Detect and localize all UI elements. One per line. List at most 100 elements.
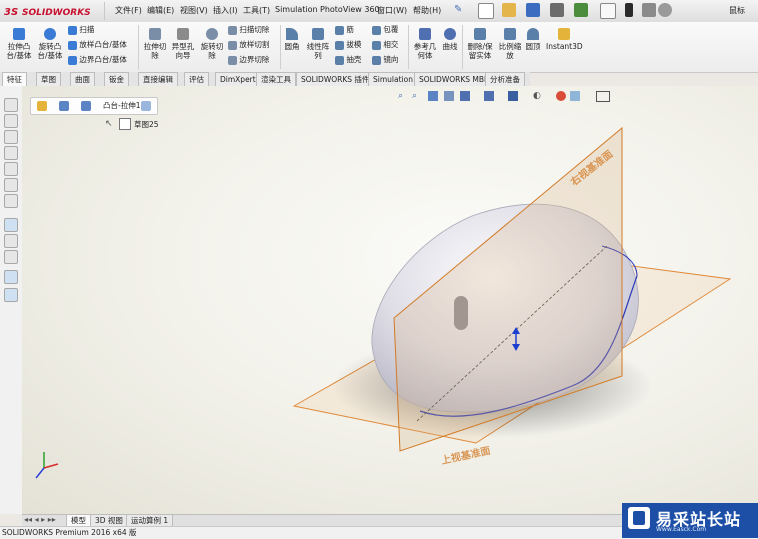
display-style-icon[interactable] — [508, 91, 518, 101]
solidworks-logo[interactable]: 3S SOLIDWORKS — [2, 3, 102, 19]
body-icon[interactable] — [59, 101, 69, 111]
print-icon[interactable] — [550, 3, 564, 17]
triad-z-axis — [35, 467, 45, 479]
shell-icon — [335, 55, 344, 65]
tab-surfaces[interactable]: 曲面 — [70, 72, 95, 86]
scale-button[interactable]: 比例缩 放 — [498, 28, 522, 60]
dimxpert-icon[interactable] — [4, 146, 18, 160]
new-document-icon[interactable] — [478, 3, 494, 19]
tab-sketch[interactable]: 草图 — [36, 72, 61, 86]
draft-button[interactable]: 拔模 — [335, 40, 361, 50]
extrude-cut-button[interactable]: 拉伸切 除 — [142, 28, 168, 60]
wrap-button[interactable]: 包覆 — [372, 25, 398, 35]
sweep-button[interactable]: 扫描 — [68, 25, 94, 35]
feature-icon[interactable] — [81, 101, 91, 111]
menu-insert[interactable]: 插入(I) — [213, 5, 238, 16]
menu-tools[interactable]: 工具(T) — [243, 5, 270, 16]
tab-mbd[interactable]: SOLIDWORKS MBD — [414, 72, 495, 86]
linear-pattern-label: 线性阵 列 — [306, 42, 330, 60]
configuration-icon[interactable] — [4, 130, 18, 144]
tab-features[interactable]: 特征 — [2, 72, 27, 86]
ribbon-divider — [408, 25, 409, 69]
zoom-to-fit-icon[interactable]: ⌕ — [398, 91, 403, 101]
feature-tree-icon[interactable] — [4, 98, 18, 112]
loft-cut-button[interactable]: 放样切割 — [228, 40, 269, 50]
pin-icon[interactable]: ✎ — [454, 4, 462, 15]
menu-file[interactable]: 文件(F) — [115, 5, 142, 16]
mirror-button[interactable]: 镜向 — [372, 55, 398, 65]
tab-direct-editing[interactable]: 直接编辑 — [138, 72, 178, 86]
hole-wizard-button[interactable]: 异型孔 向导 — [170, 28, 196, 60]
section-view-icon[interactable] — [444, 91, 454, 101]
top-plane-label: 上视基准面 — [440, 444, 492, 467]
fillet-button[interactable]: 圆角 — [284, 28, 300, 51]
breadcrumb-sketch[interactable]: 草图25 — [134, 119, 159, 130]
loft-boss-button[interactable]: 放样凸台/基体 — [68, 40, 127, 50]
dome-button[interactable]: 圆顶 — [524, 28, 542, 51]
panel-icon[interactable] — [4, 218, 18, 232]
ribbon-divider — [280, 25, 281, 69]
tab-scroll-arrows[interactable]: ◂◂ ◂ ▸ ▸▸ — [24, 515, 56, 524]
delete-body-icon — [474, 28, 486, 40]
boundary-cut-button[interactable]: 边界切除 — [228, 55, 269, 65]
display-manager-icon[interactable] — [4, 162, 18, 176]
view-orientation-icon[interactable] — [484, 91, 494, 101]
tab-dimxpert[interactable]: DimXpert — [215, 72, 261, 86]
edit-appearance-icon[interactable] — [556, 91, 566, 101]
revolve-boss-button[interactable]: 旋转凸 台/基体 — [36, 28, 64, 60]
breadcrumb-feature[interactable]: 凸台-拉伸1 — [103, 101, 140, 110]
save-icon[interactable] — [526, 3, 540, 17]
menu-view[interactable]: 视图(V) — [180, 5, 208, 16]
tab-evaluate[interactable]: 评估 — [184, 72, 209, 86]
panel-icon[interactable] — [4, 178, 18, 192]
file-properties-icon[interactable] — [642, 3, 656, 17]
graphics-area[interactable]: 右视基准面 上视基准面 — [22, 86, 758, 514]
shell-button[interactable]: 抽壳 — [335, 55, 361, 65]
curves-button[interactable]: 曲线 — [441, 28, 459, 51]
tab-render-tools[interactable]: 渲染工具 — [256, 72, 296, 86]
zoom-to-area-icon[interactable]: ⌕ — [412, 91, 417, 101]
undo-icon[interactable] — [574, 3, 588, 17]
boundary-boss-button[interactable]: 边界凸台/基体 — [68, 55, 127, 65]
hide-show-items-icon[interactable]: ◐ — [533, 91, 541, 101]
user-name[interactable]: 鼠标 — [729, 5, 745, 16]
tab-addins[interactable]: SOLIDWORKS 插件 — [296, 72, 375, 86]
panel-icon[interactable] — [4, 194, 18, 208]
delete-keep-body-button[interactable]: 删除/保 留实体 — [466, 28, 494, 60]
menu-edit[interactable]: 编辑(E) — [147, 5, 174, 16]
panel-icon[interactable] — [4, 270, 18, 284]
previous-view-icon[interactable] — [428, 91, 438, 101]
rib-button[interactable]: 筋 — [335, 25, 354, 35]
revolve-cut-button[interactable]: 旋转切 除 — [199, 28, 225, 60]
menu-window[interactable]: 窗口(W) — [377, 5, 407, 16]
extrude-boss-button[interactable]: 拉伸凸 台/基体 — [6, 28, 32, 60]
scale-icon — [504, 28, 516, 40]
instant3d-button[interactable]: Instant3D — [546, 28, 583, 51]
reference-geometry-button[interactable]: 参考几 何体 — [412, 28, 438, 60]
sweep-cut-button[interactable]: 扫描切除 — [228, 25, 269, 35]
dynamic-annotation-icon[interactable] — [460, 91, 470, 101]
menu-help[interactable]: 帮助(H) — [413, 5, 441, 16]
sweep-label: 扫描 — [79, 25, 95, 34]
open-folder-icon[interactable] — [502, 3, 516, 17]
tab-simulation[interactable]: Simulation — [368, 72, 418, 86]
select-arrow-icon[interactable] — [600, 3, 616, 19]
panel-icon[interactable] — [4, 288, 18, 302]
panel-icon[interactable] — [4, 234, 18, 248]
options-gear-icon[interactable] — [658, 3, 672, 17]
menu-photoview[interactable]: PhotoView 360 — [320, 5, 380, 14]
linear-pattern-button[interactable]: 线性阵 列 — [304, 28, 332, 60]
view-settings-icon[interactable] — [596, 91, 610, 102]
tab-analysis-prep[interactable]: 分析准备 — [485, 72, 525, 86]
property-manager-icon[interactable] — [4, 114, 18, 128]
apply-scene-icon[interactable] — [570, 91, 580, 101]
part-icon[interactable] — [37, 101, 47, 111]
menu-simulation[interactable]: Simulation — [275, 5, 318, 14]
extrude-cut-label: 拉伸切 除 — [143, 42, 167, 60]
intersect-button[interactable]: 相交 — [372, 40, 398, 50]
tab-sheet-metal[interactable]: 钣金 — [104, 72, 129, 86]
rebuild-icon[interactable] — [625, 3, 633, 17]
sketch-icon[interactable] — [141, 101, 151, 111]
svg-text:3S: 3S — [4, 7, 18, 18]
panel-icon[interactable] — [4, 250, 18, 264]
